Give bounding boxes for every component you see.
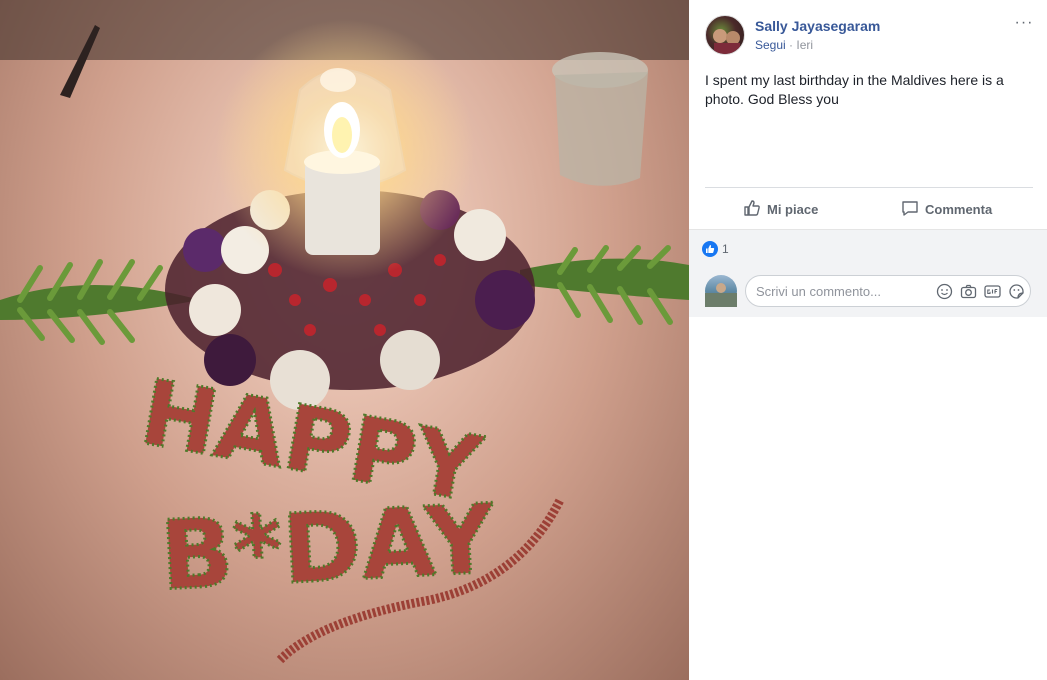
emoji-icon[interactable]	[936, 283, 953, 300]
reaction-summary[interactable]: 1	[702, 241, 729, 257]
author-name[interactable]: Sally Jayasegaram	[755, 18, 880, 34]
camera-icon[interactable]	[960, 283, 977, 300]
reaction-count: 1	[722, 242, 729, 256]
post-photo[interactable]: HAPPY B*DAY	[0, 0, 689, 680]
thumbs-up-icon	[743, 199, 761, 220]
comment-composer	[705, 275, 1035, 309]
post-side-panel: Sally Jayasegaram Segui · Ieri ··· I spe…	[689, 0, 1047, 680]
post-actions: Mi piace Commenta	[705, 187, 1033, 230]
like-bubble-icon	[702, 241, 718, 257]
sticker-icon[interactable]	[1008, 283, 1025, 300]
post-header: Sally Jayasegaram Segui · Ieri ···	[705, 15, 1035, 55]
like-label: Mi piace	[767, 201, 819, 217]
comment-bubble-icon	[901, 199, 919, 220]
gif-icon[interactable]	[984, 283, 1001, 300]
post-caption: I spent my last birthday in the Maldives…	[705, 72, 1004, 107]
post-timestamp[interactable]: Ieri	[796, 38, 813, 52]
comment-label: Commenta	[925, 201, 993, 217]
meta-separator: ·	[789, 38, 794, 52]
follow-link[interactable]: Segui	[755, 38, 786, 52]
comment-input-icons	[936, 283, 1025, 300]
like-button[interactable]: Mi piace	[743, 188, 818, 230]
more-options-icon[interactable]: ···	[1013, 15, 1035, 37]
current-user-avatar	[705, 275, 737, 307]
reactions-and-comments: 1	[689, 229, 1047, 317]
author-avatar[interactable]	[705, 15, 745, 55]
birthday-table-photo: HAPPY B*DAY	[0, 0, 689, 664]
post-meta: Segui · Ieri	[755, 38, 813, 52]
comment-button[interactable]: Commenta	[901, 188, 992, 230]
